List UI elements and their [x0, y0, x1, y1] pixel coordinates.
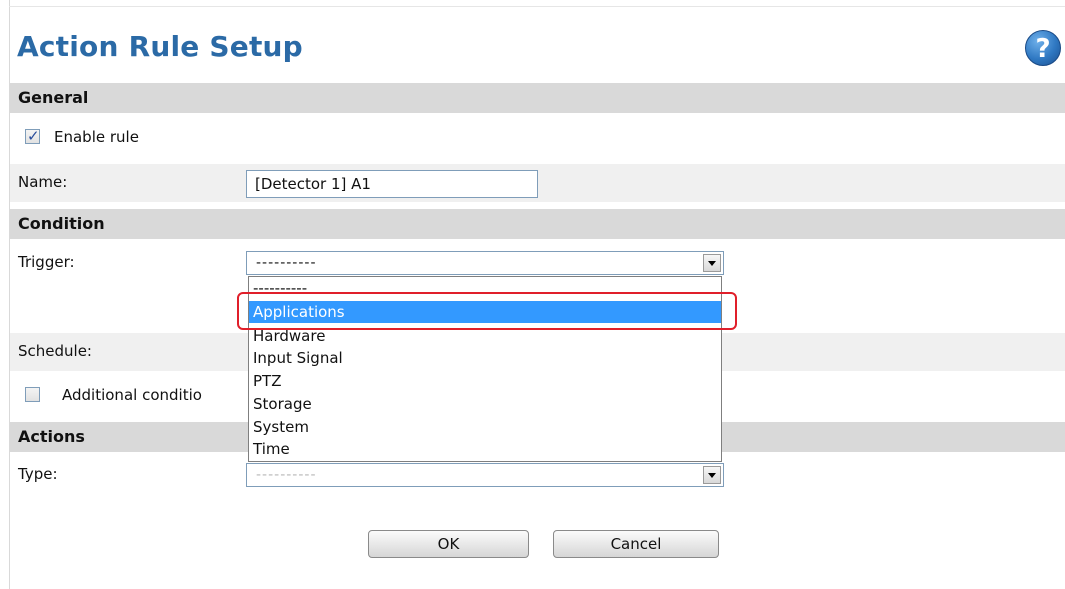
page-top-border [9, 6, 1065, 7]
trigger-option[interactable]: Input Signal [249, 347, 721, 369]
chevron-down-icon[interactable] [703, 466, 721, 484]
enable-rule-checkbox[interactable]: ✓ [25, 127, 40, 145]
type-select[interactable]: ---------- [246, 463, 724, 487]
schedule-label: Schedule: [18, 342, 92, 360]
trigger-option[interactable]: Time [249, 438, 721, 460]
trigger-option[interactable]: Storage [249, 393, 721, 415]
type-select-value: ---------- [256, 467, 317, 483]
trigger-option[interactable]: PTZ [249, 370, 721, 392]
trigger-label: Trigger: [18, 253, 75, 271]
type-label: Type: [18, 465, 58, 483]
help-icon[interactable]: ? [1025, 30, 1061, 66]
trigger-option[interactable]: System [249, 416, 721, 438]
additional-conditions-label: Additional conditio [62, 386, 202, 404]
chevron-down-icon[interactable] [703, 254, 721, 272]
cancel-button[interactable]: Cancel [553, 530, 719, 558]
enable-rule-label: Enable rule [54, 128, 139, 146]
name-label: Name: [18, 173, 68, 191]
checkmark-icon: ✓ [27, 127, 40, 145]
ok-button[interactable]: OK [368, 530, 529, 558]
annotation-highlight-box [237, 292, 737, 330]
trigger-select-value: ---------- [256, 255, 317, 271]
name-input[interactable] [246, 170, 538, 198]
additional-conditions-checkbox[interactable] [25, 387, 40, 402]
enable-rule-row: ✓ Enable rule [10, 117, 1065, 155]
trigger-select[interactable]: ---------- [246, 251, 724, 275]
page-title: Action Rule Setup [17, 30, 303, 63]
section-general: General [10, 83, 1065, 113]
section-condition: Condition [10, 209, 1065, 239]
